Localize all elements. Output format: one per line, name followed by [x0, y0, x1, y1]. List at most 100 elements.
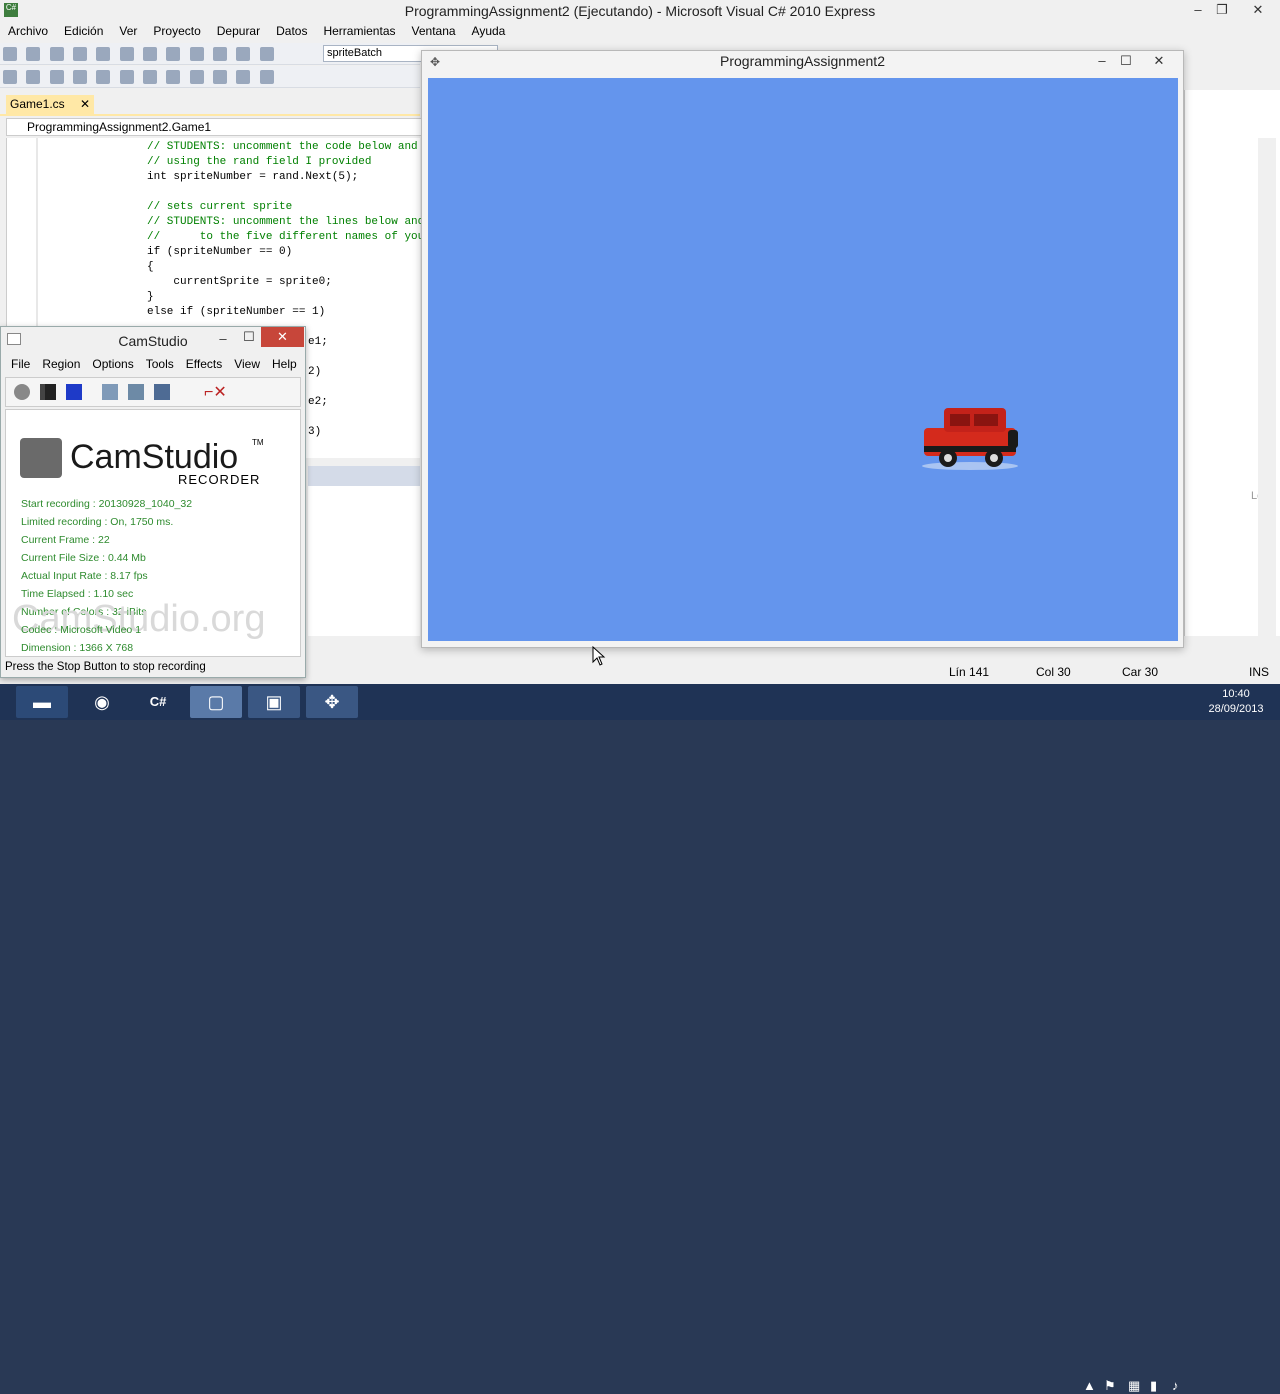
camstudio-menu-bar: File Region Options Tools Effects View H…	[5, 355, 303, 375]
stop-debug-icon[interactable]	[236, 70, 251, 84]
cam-close-button[interactable]: ✕	[261, 327, 304, 347]
tab-label: Game1.cs	[10, 97, 65, 111]
cam-menu-file[interactable]: File	[5, 355, 36, 375]
menu-edicion[interactable]: Edición	[56, 22, 111, 42]
cam-maximize-button[interactable]: ☐	[235, 327, 263, 347]
pause-icon[interactable]	[40, 384, 56, 400]
toolbar-icon-1[interactable]	[3, 70, 17, 84]
toolbar-icon-2[interactable]	[26, 70, 41, 84]
menu-datos[interactable]: Datos	[268, 22, 315, 42]
cut-icon[interactable]	[119, 47, 134, 61]
comment-icon[interactable]	[166, 70, 181, 84]
region-icon[interactable]	[102, 384, 118, 400]
chrome-icon[interactable]: ◉	[76, 686, 128, 718]
new-project-icon[interactable]	[3, 47, 17, 61]
volume-icon[interactable]: ♪	[1172, 1378, 1179, 1393]
cam-menu-tools[interactable]: Tools	[140, 355, 180, 375]
code-line: // sets current sprite	[147, 201, 293, 213]
mouse-cursor-icon	[592, 646, 606, 666]
menu-ver[interactable]: Ver	[111, 22, 145, 42]
camstudio-status: Press the Stop Button to stop recording	[5, 661, 206, 673]
open-icon[interactable]	[49, 47, 64, 61]
options-icon[interactable]	[128, 384, 144, 400]
code-line: if (spriteNumber == 0)	[147, 246, 293, 258]
info-file-size: Current File Size : 0.44 Mb	[21, 552, 146, 564]
flag-icon[interactable]: ⚑	[1104, 1378, 1116, 1394]
output-panel	[308, 486, 420, 636]
stop-icon[interactable]	[66, 384, 82, 400]
code-line: // STUDENTS: uncomment the lines below a…	[147, 216, 425, 228]
menu-proyecto[interactable]: Proyecto	[145, 22, 208, 42]
outdent-icon[interactable]	[143, 70, 158, 84]
car-sprite	[922, 408, 1018, 470]
game-maximize-button[interactable]: ☐	[1112, 51, 1140, 71]
uncomment-icon[interactable]	[189, 70, 204, 84]
code-line: {	[147, 261, 154, 273]
vs-restore-button[interactable]: ❐	[1208, 0, 1236, 20]
game-window[interactable]: ✥ ProgrammingAssignment2 – ☐ ✕	[421, 50, 1184, 666]
code-fragment: 3)	[308, 426, 322, 438]
cam-menu-effects[interactable]: Effects	[180, 355, 228, 375]
continue-icon[interactable]	[213, 70, 228, 84]
code-fragment: 2)	[308, 366, 322, 378]
step-icon[interactable]	[259, 70, 274, 84]
game-canvas[interactable]	[428, 78, 1178, 666]
code-line: else if (spriteNumber == 1)	[147, 306, 326, 318]
find-icon[interactable]	[259, 47, 274, 61]
camstudio-logo-icon	[20, 438, 62, 478]
toolbar-icon-3[interactable]	[49, 70, 64, 84]
redo-icon[interactable]	[213, 47, 228, 61]
menu-ventana[interactable]: Ventana	[404, 22, 464, 42]
menu-archivo[interactable]: Archivo	[0, 22, 56, 42]
tab-game1-cs[interactable]: Game1.cs ✕	[6, 95, 94, 115]
record-icon[interactable]	[14, 384, 30, 400]
copy-icon[interactable]	[143, 47, 158, 61]
toolbar-icon-4[interactable]	[73, 70, 88, 84]
csharp-icon[interactable]: C#	[132, 686, 184, 718]
code-fragment: e1;	[308, 336, 328, 348]
camstudio-icon[interactable]: ▢	[190, 686, 242, 718]
signal-icon[interactable]: ▮	[1150, 1378, 1157, 1394]
status-line: Lín 141	[949, 665, 990, 679]
logo-tm: TM	[252, 438, 264, 447]
taskbar: ▬ ◉ C# ▢ ▣ ✥ ▲ ⚑ ▦ ▮ ♪	[0, 684, 1280, 1393]
toolbar-icon-5[interactable]	[96, 70, 111, 84]
menu-herramientas[interactable]: Herramientas	[315, 22, 403, 42]
vs-title-bar: C# ProgrammingAssignment2 (Ejecutando) -…	[0, 0, 1280, 22]
window-icon[interactable]: ▣	[248, 686, 300, 718]
tab-close-icon[interactable]: ✕	[80, 97, 90, 111]
indent-icon[interactable]	[119, 70, 134, 84]
vs-close-button[interactable]: ✕	[1240, 0, 1276, 20]
paste-icon[interactable]	[166, 47, 181, 61]
logo-sub: RECORDER	[178, 472, 261, 487]
game-close-button[interactable]: ✕	[1142, 51, 1176, 71]
cam-minimize-button[interactable]: –	[209, 329, 237, 349]
code-line: currentSprite = sprite0;	[147, 276, 332, 288]
swf-icon[interactable]	[154, 384, 170, 400]
editor-vertical-scrollbar[interactable]	[1258, 138, 1276, 636]
start-debug-icon[interactable]	[236, 47, 251, 61]
cam-menu-options[interactable]: Options	[86, 355, 139, 375]
menu-depurar[interactable]: Depurar	[209, 22, 268, 42]
add-item-icon[interactable]	[26, 47, 41, 61]
cam-menu-region[interactable]: Region	[36, 355, 86, 375]
code-line: int spriteNumber = rand.Next(5);	[147, 171, 359, 183]
annotation-icon[interactable]: ⌐✕	[204, 382, 227, 402]
menu-ayuda[interactable]: Ayuda	[464, 22, 514, 42]
gamepad-icon[interactable]: ✥	[306, 686, 358, 718]
vs-menu-bar: Archivo Edición Ver Proyecto Depurar Dat…	[0, 22, 505, 42]
game-window-title: ProgrammingAssignment2	[720, 53, 885, 69]
camstudio-window[interactable]: CamStudio – ☐ ✕ File Region Options Tool…	[0, 326, 306, 678]
status-char: Car 30	[1122, 665, 1159, 679]
cam-menu-view[interactable]: View	[228, 355, 266, 375]
undo-icon[interactable]	[189, 47, 204, 61]
save-all-icon[interactable]	[96, 47, 111, 61]
network-icon[interactable]: ▦	[1128, 1378, 1140, 1394]
folder-icon[interactable]: ▬	[16, 686, 68, 718]
cam-menu-help[interactable]: Help	[266, 355, 303, 375]
taskbar-clock[interactable]: 10:40 28/09/2013	[1196, 687, 1276, 717]
code-line: // STUDENTS: uncomment the code below an…	[147, 141, 418, 153]
save-icon[interactable]	[73, 47, 88, 61]
tray-up-arrow-icon[interactable]: ▲	[1083, 1378, 1096, 1393]
info-codec: Codec : Microsoft Video 1	[21, 624, 142, 636]
